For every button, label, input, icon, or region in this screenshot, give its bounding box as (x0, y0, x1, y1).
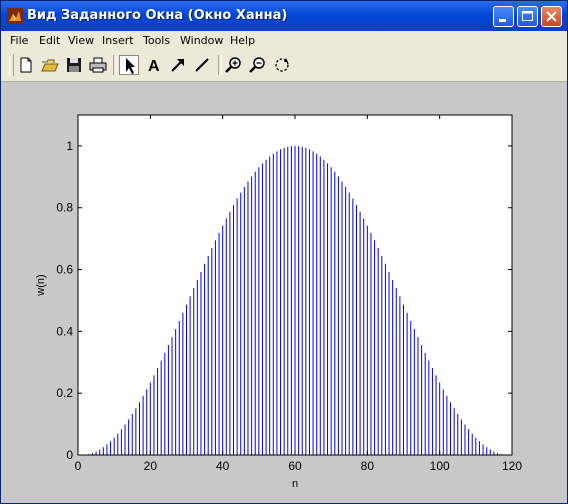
close-icon (546, 11, 557, 22)
zoom-in-icon (225, 57, 241, 73)
figure-toolbar: A (1, 50, 567, 82)
arrow-cursor-icon (126, 58, 135, 74)
menu-edit[interactable]: Edit (39, 34, 60, 47)
x-tick-label: 20 (144, 459, 158, 473)
menu-file[interactable]: File (10, 34, 28, 47)
menu-bar: File Edit View Insert Tools Window Help (1, 31, 567, 50)
minimize-button[interactable] (493, 6, 514, 27)
insert-line-button[interactable] (192, 55, 212, 75)
menu-view[interactable]: View (68, 34, 94, 47)
print-button[interactable] (88, 55, 108, 75)
open-folder-icon (41, 59, 59, 72)
x-tick-label: 120 (502, 459, 522, 473)
matlab-logo-icon (7, 8, 23, 24)
arrow-icon (171, 59, 184, 72)
maximize-button[interactable] (517, 6, 538, 27)
y-axis-label: w(n) (35, 274, 47, 296)
figure-window: Вид Заданного Окна (Окно Ханна) File Edi… (0, 0, 568, 504)
zoom-out-icon (249, 57, 265, 73)
maximize-icon (522, 11, 533, 21)
save-button[interactable] (64, 55, 84, 75)
insert-text-button[interactable]: A (144, 55, 164, 75)
zoom-in-button[interactable] (224, 55, 244, 75)
new-figure-button[interactable] (16, 55, 36, 75)
menu-tools[interactable]: Tools (143, 34, 170, 47)
open-button[interactable] (40, 55, 60, 75)
x-tick-label: 0 (75, 459, 82, 473)
x-axis-label: n (292, 478, 298, 490)
x-tick-label: 80 (361, 459, 375, 473)
x-tick-label: 40 (216, 459, 230, 473)
minimize-icon (499, 19, 506, 22)
close-button[interactable] (541, 6, 562, 27)
toolbar-grip[interactable] (9, 54, 14, 76)
menu-window[interactable]: Window (180, 34, 223, 47)
svg-text:A: A (148, 58, 160, 75)
printer-icon (89, 57, 107, 73)
y-tick-label: 0 (66, 448, 73, 462)
rotate-3d-icon (275, 58, 289, 72)
edit-plot-button[interactable] (119, 55, 139, 75)
insert-arrow-button[interactable] (168, 55, 188, 75)
title-bar[interactable]: Вид Заданного Окна (Окно Ханна) (1, 1, 567, 31)
y-tick-label: 0.8 (56, 201, 73, 215)
window-title: Вид Заданного Окна (Окно Ханна) (27, 8, 288, 23)
figure-canvas: 0 20 40 60 80 100 120 0 0.2 0.4 0.6 0.8 1 n w(n) (35, 114, 522, 490)
zoom-out-button[interactable] (248, 55, 268, 75)
y-tick-label: 1 (66, 139, 73, 153)
menu-insert[interactable]: Insert (102, 34, 134, 47)
text-a-icon: A (148, 58, 160, 75)
x-tick-label: 60 (288, 459, 302, 473)
y-tick-label: 0.4 (56, 324, 73, 338)
x-tick-label: 100 (430, 459, 450, 473)
menu-help[interactable]: Help (230, 34, 255, 47)
line-icon (195, 58, 209, 72)
y-tick-label: 0.6 (56, 263, 73, 277)
toolbar-separator (113, 55, 117, 75)
y-tick-label: 0.2 (56, 386, 73, 400)
new-file-icon (20, 57, 32, 73)
rotate-button[interactable] (272, 55, 292, 75)
toolbar-separator (218, 55, 222, 75)
floppy-disk-icon (67, 58, 81, 72)
